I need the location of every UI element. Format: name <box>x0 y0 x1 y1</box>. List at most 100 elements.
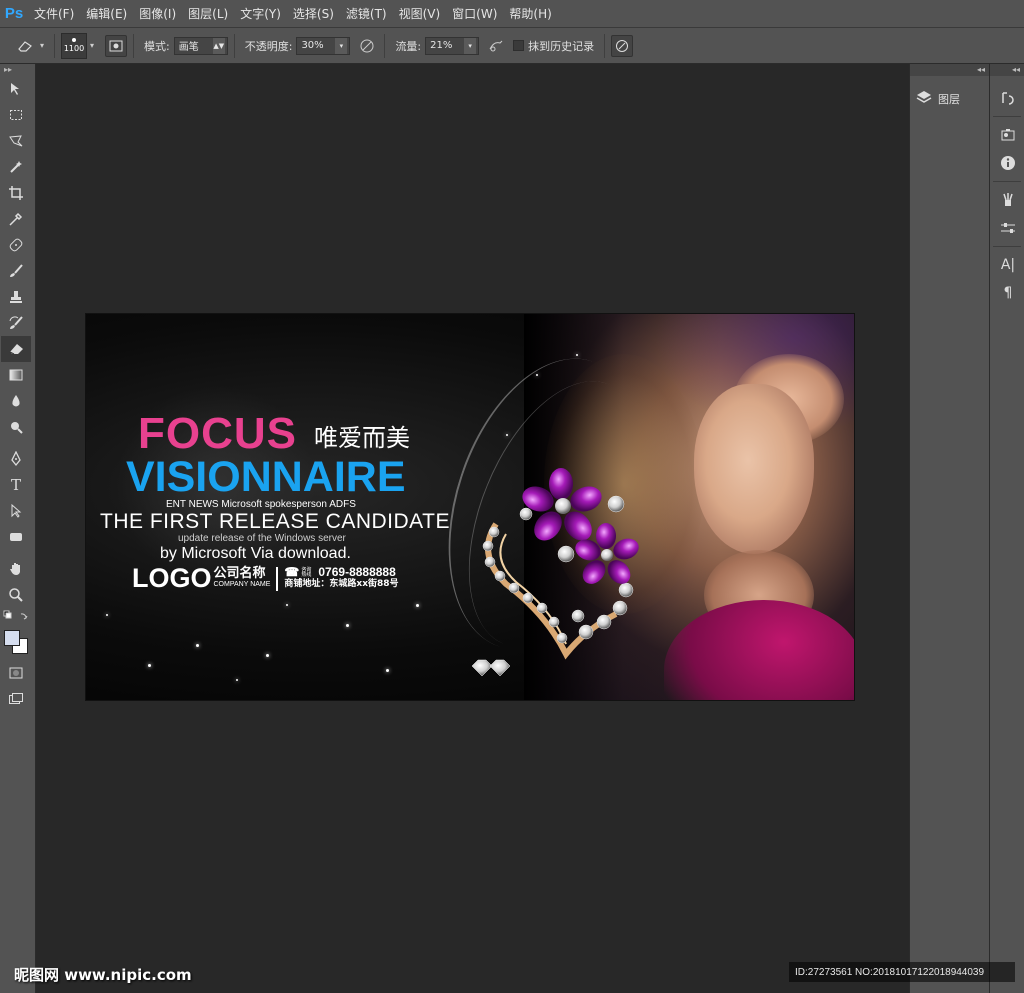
contact-block: ☎ 咨询热线 0769-8888888 商铺地址：东城路xx街88号 <box>284 565 399 590</box>
gradient-tool-icon[interactable] <box>1 362 31 388</box>
panel-dock: ◂◂ 图层 <box>909 64 989 993</box>
menu-view[interactable]: 视图(V) <box>393 0 447 28</box>
collapse-toolbar-icon[interactable]: ▸▸ <box>0 64 35 76</box>
eraser-tool-icon[interactable] <box>1 336 31 362</box>
company-block: 公司名称 COMPANY NAME <box>213 566 271 588</box>
quick-mask-icon[interactable] <box>1 660 31 686</box>
dodge-tool-icon[interactable] <box>1 414 31 440</box>
menu-window[interactable]: 窗口(W) <box>446 0 503 28</box>
menu-file[interactable]: 文件(F) <box>28 0 80 28</box>
menu-bar: Ps 文件(F) 编辑(E) 图像(I) 图层(L) 文字(Y) 选择(S) 滤… <box>0 0 1024 28</box>
sparkle <box>196 644 199 647</box>
logo-text: LOGO <box>132 563 212 593</box>
chevron-down-icon: ▲▼ <box>212 37 225 54</box>
brush-preset-picker[interactable]: 1100 <box>61 32 87 59</box>
headline-visionnaire: VISIONNAIRE <box>126 453 406 501</box>
lasso-tool-icon[interactable] <box>1 128 31 154</box>
logo-row: LOGO 公司名称 COMPANY NAME ☎ 咨询热线 0769-88888… <box>132 565 399 592</box>
magic-wand-tool-icon[interactable] <box>1 154 31 180</box>
opacity-value: 30% <box>301 40 324 51</box>
history-panel-icon[interactable] <box>993 84 1023 112</box>
airbrush-icon[interactable] <box>485 35 507 57</box>
preset-caret-icon[interactable]: ▾ <box>36 35 48 57</box>
color-swatches[interactable] <box>2 624 34 660</box>
move-tool-icon[interactable] <box>1 76 31 102</box>
brush-settings-panel-icon[interactable] <box>993 214 1023 242</box>
mode-select[interactable]: 画笔 ▲▼ <box>173 36 228 55</box>
sparkle <box>266 654 269 657</box>
zoom-tool-icon[interactable] <box>1 582 31 608</box>
erase-history-checkbox[interactable] <box>513 40 525 51</box>
foreground-color-swatch[interactable] <box>4 630 20 646</box>
brush-tool-icon[interactable] <box>1 258 31 284</box>
menu-select[interactable]: 选择(S) <box>287 0 340 28</box>
sparkle <box>236 679 238 681</box>
menu-filter[interactable]: 滤镜(T) <box>340 0 393 28</box>
layers-panel-button[interactable]: 图层 <box>914 84 986 114</box>
shop-address: 商铺地址：东城路xx街88号 <box>284 579 399 590</box>
pen-tool-icon[interactable] <box>1 446 31 472</box>
paragraph-panel-icon[interactable]: ¶ <box>993 279 1023 307</box>
history-brush-tool-icon[interactable] <box>1 310 31 336</box>
divider <box>384 33 386 58</box>
company-name-cn: 公司名称 <box>213 566 266 581</box>
brush-tip-icon <box>72 38 76 42</box>
menu-layer[interactable]: 图层(L) <box>182 0 234 28</box>
eraser-tool-preset-icon[interactable] <box>14 35 36 57</box>
pressure-opacity-icon[interactable] <box>356 35 378 57</box>
sparkle <box>346 624 349 627</box>
brush-caret-icon[interactable]: ▾ <box>87 35 97 57</box>
character-panel-icon[interactable]: A| <box>993 251 1023 279</box>
divider <box>54 33 55 58</box>
phone-icon: ☎ <box>284 565 300 579</box>
divider <box>604 33 606 58</box>
menu-edit[interactable]: 编辑(E) <box>80 0 133 28</box>
sparkle <box>506 434 508 436</box>
divider <box>276 567 279 591</box>
marquee-tool-icon[interactable] <box>1 102 31 128</box>
sparkle <box>576 354 578 356</box>
pressure-size-icon[interactable] <box>611 34 634 57</box>
sparkle <box>106 614 108 616</box>
layers-icon <box>914 90 934 108</box>
sparkle <box>416 604 419 607</box>
path-selection-tool-icon[interactable] <box>1 498 31 524</box>
clone-stamp-tool-icon[interactable] <box>1 284 31 310</box>
collapse-panels-icon[interactable]: ◂◂ <box>910 64 989 76</box>
type-tool-icon[interactable]: T <box>1 472 31 498</box>
woman-face <box>694 384 814 554</box>
sparkle <box>148 664 151 667</box>
by-line-text: by Microsoft Via download. <box>160 545 351 562</box>
default-colors-icon[interactable] <box>1 608 31 624</box>
brush-presets-panel-icon[interactable] <box>993 186 1023 214</box>
shape-tool-icon[interactable] <box>1 524 31 550</box>
crop-tool-icon[interactable] <box>1 180 31 206</box>
menu-help[interactable]: 帮助(H) <box>503 0 557 28</box>
opacity-input[interactable]: 30% ▾ <box>296 36 351 55</box>
layers-label: 图层 <box>938 93 960 106</box>
healing-brush-tool-icon[interactable] <box>1 232 31 258</box>
purple-flower <box>522 468 602 541</box>
options-bar: ▾ 1100 ▾ 模式: 画笔 ▲▼ 不透明度: 30% ▾ 流量: 21% ▾ <box>0 28 1024 64</box>
brush-panel-toggle-icon[interactable] <box>105 34 127 57</box>
ps-logo: Ps <box>4 5 24 22</box>
hand-tool-icon[interactable] <box>1 556 31 582</box>
ent-news-text: ENT NEWS Microsoft spokesperson ADFS <box>166 499 356 510</box>
document-canvas[interactable]: FOCUS 唯爱而美 VISIONNAIRE ENT NEWS Microsof… <box>86 314 854 700</box>
brush-size: 1100 <box>63 44 85 53</box>
headline-cn-tagline: 唯爱而美 <box>314 424 410 452</box>
divider <box>133 33 134 58</box>
sparkle <box>386 669 389 672</box>
menu-image[interactable]: 图像(I) <box>133 0 182 28</box>
collapse-strip-icon[interactable]: ◂◂ <box>990 64 1024 76</box>
divider <box>233 33 235 58</box>
flow-input[interactable]: 21% ▾ <box>425 36 480 55</box>
screen-mode-icon[interactable] <box>1 686 31 712</box>
adjustments-panel-icon[interactable] <box>993 121 1023 149</box>
info-panel-icon[interactable] <box>993 149 1023 177</box>
erase-history-label: 抹到历史记录 <box>528 39 595 53</box>
menu-type[interactable]: 文字(Y) <box>234 0 287 28</box>
photoshop-window: Ps 文件(F) 编辑(E) 图像(I) 图层(L) 文字(Y) 选择(S) 滤… <box>0 0 1024 993</box>
eyedropper-tool-icon[interactable] <box>1 206 31 232</box>
blur-tool-icon[interactable] <box>1 388 31 414</box>
